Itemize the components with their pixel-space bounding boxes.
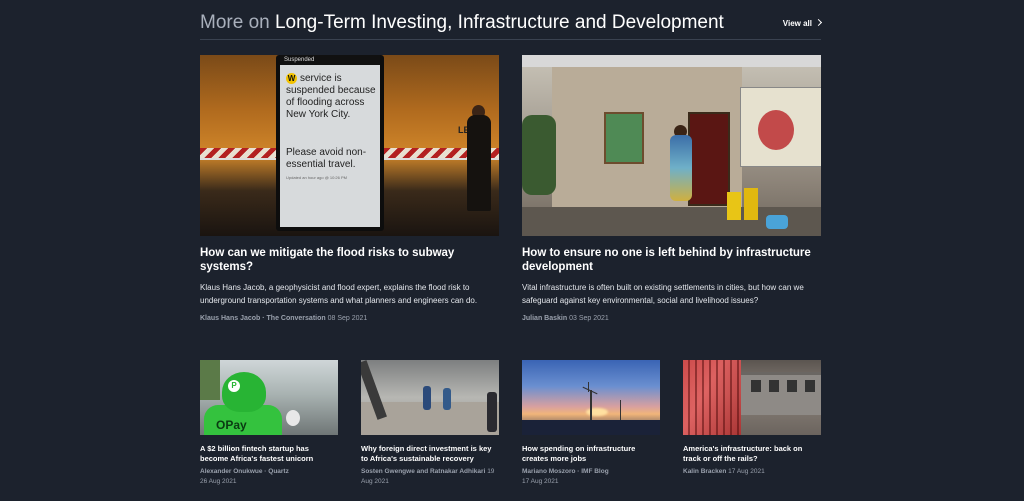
section-header: More on Long-Term Investing, Infrastruct… (200, 10, 823, 40)
water-container (744, 188, 758, 220)
railing-bars (683, 360, 741, 435)
article-image-settlement[interactable] (522, 55, 821, 236)
article-author: Kalin Bracken (683, 468, 727, 475)
poster-art (758, 110, 794, 150)
worker-figure (423, 386, 431, 410)
article-date: 08 Sep 2021 (327, 315, 368, 322)
article-image-workers[interactable] (361, 360, 499, 435)
article-date: 03 Sep 2021 (569, 315, 609, 322)
article-byline: Alexander Onukwue · Quartz 26 Aug 2021 (200, 467, 338, 487)
jacket-logo: OPay (216, 418, 247, 432)
worker-figure (487, 392, 497, 432)
article-author: Alexander Onukwue · Quartz (200, 468, 289, 475)
article-image-train[interactable] (683, 360, 821, 435)
article-date: 26 Aug 2021 (200, 478, 237, 485)
view-all-link[interactable]: View all (782, 18, 823, 28)
turbine-blade (588, 382, 590, 392)
plant (522, 115, 556, 195)
article-title[interactable]: How spending on infrastructure creates m… (522, 444, 660, 463)
window (604, 112, 644, 164)
featured-article-card[interactable]: How to ensure no one is left behind by i… (522, 55, 821, 322)
article-card[interactable]: How spending on infrastructure creates m… (522, 360, 660, 487)
sign-message-main: service is suspended because of flooding… (286, 73, 376, 120)
wind-turbine (590, 390, 592, 420)
sign-status: Suspended (280, 55, 380, 65)
article-byline: Klaus Hans Jacob · The Conversation 08 S… (200, 315, 499, 322)
article-byline: Kalin Bracken 17 Aug 2021 (683, 467, 821, 477)
roof (522, 55, 821, 67)
article-card[interactable]: America's infrastructure: back on track … (683, 360, 821, 477)
helmet (222, 372, 266, 412)
article-author: Julian Baskin (522, 315, 568, 322)
section-title: More on Long-Term Investing, Infrastruct… (200, 12, 724, 34)
article-image-opay[interactable]: OPay P (200, 360, 338, 435)
person-figure (670, 135, 692, 201)
article-author: Sosten Gwengwe and Ratnakar Adhikari (361, 468, 486, 475)
article-title[interactable]: How can we mitigate the flood risks to s… (200, 246, 499, 274)
train-car (741, 372, 821, 415)
article-card[interactable]: OPay P A $2 billion fintech startup has … (200, 360, 338, 487)
sign-advice: Please avoid non-essential travel. (286, 147, 367, 170)
article-title[interactable]: A $2 billion fintech startup has become … (200, 444, 338, 463)
article-title[interactable]: How to ensure no one is left behind by i… (522, 246, 821, 274)
person-figure (467, 115, 491, 211)
featured-article-card[interactable]: Suspended W service is suspended because… (200, 55, 499, 322)
sign-message: service is suspended because of flooding… (286, 73, 378, 121)
section-title-topic[interactable]: Long-Term Investing, Infrastructure and … (275, 12, 724, 33)
article-byline: Sosten Gwengwe and Ratnakar Adhikari 19 … (361, 467, 499, 487)
article-image-wind-turbines[interactable] (522, 360, 660, 435)
chevron-right-icon (814, 18, 823, 27)
train-window (751, 380, 761, 392)
mirror (286, 410, 300, 426)
section-title-prefix: More on (200, 12, 270, 33)
plastic-bag (766, 215, 788, 229)
article-card[interactable]: Why foreign direct investment is key to … (361, 360, 499, 487)
train-window (769, 380, 779, 392)
article-description: Vital infrastructure is often built on e… (522, 283, 804, 305)
article-author: Klaus Hans Jacob · The Conversation (200, 315, 326, 322)
wind-turbine (620, 400, 621, 420)
article-date: 17 Aug 2021 (728, 468, 765, 475)
article-byline: Julian Baskin 03 Sep 2021 (522, 315, 821, 322)
article-description: Klaus Hans Jacob, a geophysicist and flo… (200, 283, 478, 305)
article-author: Mariano Moszoro · IMF Blog (522, 468, 609, 475)
view-all-label: View all (782, 19, 812, 28)
article-title[interactable]: America's infrastructure: back on track … (683, 444, 821, 463)
article-date: 17 Aug 2021 (522, 478, 559, 485)
sign-updated: Updated an hour ago @ 10:26 PM (286, 175, 347, 180)
ground (522, 420, 660, 435)
train-window (805, 380, 815, 392)
helmet-logo-icon: P (228, 380, 240, 392)
tree (200, 360, 220, 400)
water-container (727, 192, 741, 220)
article-title[interactable]: Why foreign direct investment is key to … (361, 444, 499, 463)
article-image-subway[interactable]: Suspended W service is suspended because… (200, 55, 499, 236)
train-window (787, 380, 797, 392)
doorway (688, 112, 730, 206)
article-byline: Mariano Moszoro · IMF Blog 17 Aug 2021 (522, 467, 660, 487)
worker-figure (443, 388, 451, 410)
